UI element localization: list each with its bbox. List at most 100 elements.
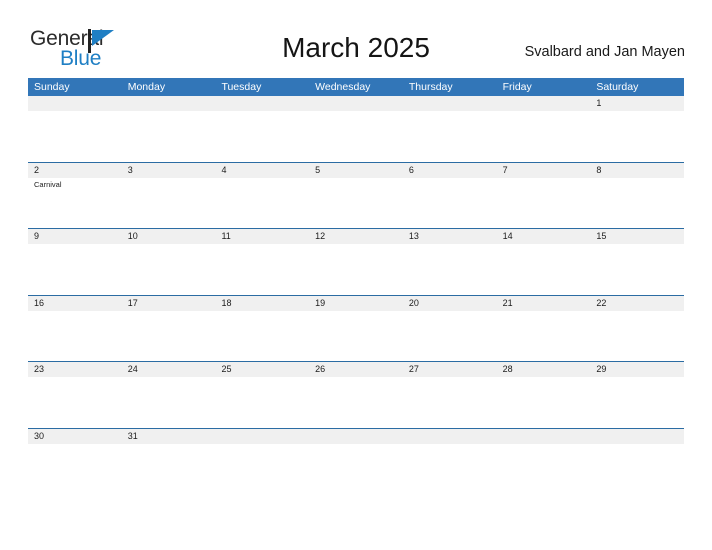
day-of-week-header-saturday: Saturday <box>596 81 639 93</box>
day-events-cell <box>28 444 122 494</box>
date-number-cell[interactable]: 30 <box>28 429 122 444</box>
calendar-week-row: 23 24 25 26 27 28 29 <box>28 362 684 429</box>
date-number-cell[interactable]: 19 <box>309 296 403 311</box>
day-events-cell <box>122 377 216 427</box>
day-events-cell <box>590 377 684 427</box>
day-events-cell <box>403 178 497 228</box>
day-events-cell <box>403 311 497 361</box>
day-events-cell <box>309 111 403 161</box>
calendar-grid: Sunday Monday Tuesday Wednesday Thursday Frid… <box>28 78 684 495</box>
day-events-cell <box>215 444 309 494</box>
date-number-cell[interactable]: 17 <box>122 296 216 311</box>
event-band <box>28 310 684 361</box>
date-number-cell[interactable]: 9 <box>28 229 122 244</box>
date-number-cell[interactable]: 25 <box>215 362 309 377</box>
day-events-cell <box>28 111 122 161</box>
page-header: General Blue March 2025 Svalbard and Jan… <box>0 0 712 78</box>
day-events-cell <box>590 111 684 161</box>
day-events-cell <box>403 444 497 494</box>
calendar-week-row: 9 10 11 12 13 14 15 <box>28 229 684 296</box>
date-number-band: 16 17 18 19 20 21 22 <box>28 295 684 311</box>
calendar-week-row: 2 3 4 5 6 7 8 Carnival <box>28 162 684 229</box>
date-number-cell[interactable]: 4 <box>215 163 309 178</box>
day-events-cell <box>28 244 122 294</box>
calendar-event[interactable]: Carnival <box>34 180 122 190</box>
date-number-cell[interactable]: 6 <box>403 163 497 178</box>
day-events-cell <box>590 178 684 228</box>
date-number-cell[interactable]: 18 <box>215 296 309 311</box>
day-events-cell <box>590 244 684 294</box>
empty-date-cell <box>215 96 309 111</box>
date-number-cell[interactable]: 2 <box>28 163 122 178</box>
event-band <box>28 443 684 494</box>
day-events-cell <box>122 111 216 161</box>
date-number-cell[interactable]: 1 <box>590 96 684 111</box>
locale-label: Svalbard and Jan Mayen <box>524 44 685 60</box>
empty-date-cell <box>122 96 216 111</box>
date-number-cell[interactable]: 14 <box>497 229 591 244</box>
calendar-week-row: 30 31 <box>28 428 684 496</box>
empty-date-cell <box>309 96 403 111</box>
empty-date-cell <box>497 96 591 111</box>
date-number-cell[interactable]: 3 <box>122 163 216 178</box>
empty-date-cell <box>215 429 309 444</box>
calendar-week-row: 1 <box>28 96 684 163</box>
day-events-cell <box>122 311 216 361</box>
date-number-cell[interactable]: 21 <box>497 296 591 311</box>
date-number-cell[interactable]: 27 <box>403 362 497 377</box>
date-number-cell[interactable]: 12 <box>309 229 403 244</box>
day-events-cell <box>403 111 497 161</box>
date-number-cell[interactable]: 8 <box>590 163 684 178</box>
date-number-cell[interactable]: 11 <box>215 229 309 244</box>
date-number-cell[interactable]: 26 <box>309 362 403 377</box>
date-number-cell[interactable]: 29 <box>590 362 684 377</box>
day-events-cell <box>215 311 309 361</box>
date-number-band: 2345678 <box>28 162 684 178</box>
day-events-cell <box>215 244 309 294</box>
day-of-week-header-sunday: Sunday <box>34 81 70 93</box>
empty-date-cell <box>403 96 497 111</box>
day-events-cell <box>309 377 403 427</box>
calendar-weeks: 1 2 3 4 5 6 7 8 Carnival 9 10 11 12 13 14 15 16 17 18 19 20 2… <box>28 96 684 495</box>
empty-date-cell <box>497 429 591 444</box>
day-events-cell <box>590 444 684 494</box>
date-number-cell[interactable]: 15 <box>590 229 684 244</box>
day-events-cell <box>497 311 591 361</box>
day-events-cell[interactable]: Carnival <box>28 178 122 228</box>
date-number-cell[interactable]: 24 <box>122 362 216 377</box>
date-number-cell[interactable]: 10 <box>122 229 216 244</box>
event-band <box>28 244 684 294</box>
day-events-cell <box>215 178 309 228</box>
date-number-cell[interactable]: 16 <box>28 296 122 311</box>
date-number-cell[interactable]: 20 <box>403 296 497 311</box>
date-number-band: 30 31 <box>28 428 684 444</box>
day-events-cell <box>215 111 309 161</box>
date-number-cell[interactable]: 5 <box>309 163 403 178</box>
day-of-week-header-thursday: Thursday <box>408 81 453 93</box>
event-band <box>28 111 684 161</box>
day-events-cell <box>497 244 591 294</box>
day-events-cell <box>215 377 309 427</box>
day-events-cell <box>122 178 216 228</box>
event-band <box>28 377 684 427</box>
date-number-cell[interactable]: 13 <box>403 229 497 244</box>
day-of-week-header-monday: Monday <box>127 81 166 93</box>
day-events-cell <box>28 377 122 427</box>
date-number-cell[interactable]: 31 <box>122 429 216 444</box>
day-events-cell <box>497 444 591 494</box>
date-number-band: 9 10 11 12 13 14 15 <box>28 229 684 244</box>
date-number-band: 1 <box>28 96 684 111</box>
day-events-cell <box>122 444 216 494</box>
day-of-week-header-friday: Friday <box>502 81 532 93</box>
day-events-cell <box>497 377 591 427</box>
date-number-cell[interactable]: 22 <box>590 296 684 311</box>
date-number-cell[interactable]: 7 <box>497 163 591 178</box>
day-events-cell <box>309 311 403 361</box>
day-events-cell <box>309 444 403 494</box>
day-events-cell <box>403 377 497 427</box>
date-number-cell[interactable]: 28 <box>497 362 591 377</box>
day-events-cell <box>28 311 122 361</box>
day-of-week-header-row: Sunday Monday Tuesday Wednesday Thursday Frid… <box>28 78 684 96</box>
empty-date-cell <box>590 429 684 444</box>
date-number-cell[interactable]: 23 <box>28 362 122 377</box>
